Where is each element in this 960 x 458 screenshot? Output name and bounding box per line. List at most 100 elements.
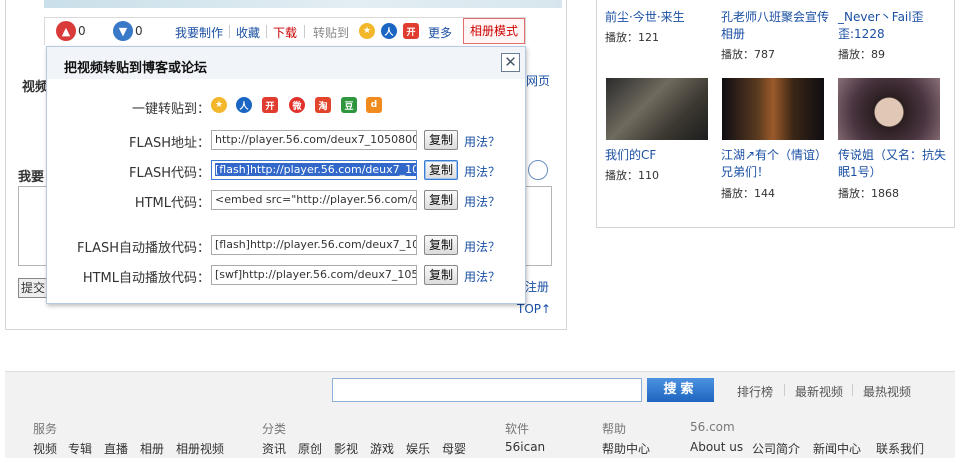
dislike-count: 0 [135,24,143,38]
album-mode-button[interactable]: 相册模式 [463,18,525,44]
usage-link[interactable]: 用法？ [464,193,500,210]
footer-heading: 分类 [262,422,287,436]
flash-url-label: FLASH地址： [129,136,210,151]
emoticon-icon[interactable] [528,160,548,180]
usage-link[interactable]: 用法？ [464,238,500,255]
renren-icon[interactable]: 人 [381,23,397,39]
play-count: 播放：89 [838,48,885,61]
divider [229,25,230,38]
usage-link[interactable]: 用法？ [464,268,500,285]
footer-link[interactable]: About us [690,440,743,454]
footer-link[interactable]: 母婴 [442,440,466,457]
weibo-icon[interactable]: 微 [289,97,305,113]
usage-link[interactable]: 用法？ [464,163,500,180]
search-input[interactable] [332,378,642,402]
flash-url-field[interactable]: http://player.56.com/deux7_1050800 [211,130,417,150]
play-count: 播放：144 [721,187,775,200]
footer-heading: 服务 [33,422,58,436]
play-count: 播放：110 [605,169,659,182]
dianping-icon[interactable]: d [366,97,382,113]
video-thumbnail[interactable] [838,78,940,140]
copy-button[interactable]: 复制 [424,160,458,180]
thumbs-up-icon[interactable]: ▲ [56,21,76,41]
footer-link[interactable]: 影视 [334,440,358,457]
play-count: 播放：787 [721,48,775,61]
video-thumbnail[interactable] [606,78,708,140]
footer-link[interactable]: 相册 [140,440,164,457]
footer-heading: 56.com [690,420,735,434]
html-code-value: <embed src="http://player.56.com/de [215,193,417,206]
video-title[interactable]: 孔老师八班聚会宣传相册 [721,9,829,43]
register-link[interactable]: 注册 [525,278,549,295]
taobao-icon[interactable]: 淘 [315,97,331,113]
play-count: 播放：121 [605,31,659,44]
video-title[interactable]: 我们的CF [605,147,713,164]
footer-link[interactable]: 相册视频 [176,440,224,457]
footer-link[interactable]: 游戏 [370,440,394,457]
video-thumbnail[interactable] [722,78,824,140]
like-count: 0 [78,24,86,38]
footer-link[interactable]: 资讯 [262,440,286,457]
footer-link[interactable]: 56ican [505,440,545,454]
thumbs-down-icon[interactable]: ▼ [113,21,133,41]
douban-icon[interactable]: 豆 [341,97,357,113]
more-link[interactable]: 更多 [428,24,452,41]
divider [304,25,305,38]
flash-code-field[interactable]: [flash]http://player.56.com/deux7_10 [211,160,417,180]
footer-link[interactable]: 公司简介 [752,440,800,457]
copy-button[interactable]: 复制 [424,265,458,285]
html-code-field[interactable]: <embed src="http://player.56.com/de [211,190,417,210]
download-link[interactable]: 下载 [273,24,297,41]
video-title[interactable]: 传说姐（又名：抗失眠1号） [838,147,946,181]
divider [784,384,785,396]
copy-button[interactable]: 复制 [424,235,458,255]
kaixin-icon[interactable]: 开 [403,23,419,39]
html-autoplay-value: [swf]http://player.56.com/deux7_105C [215,268,417,281]
video-title[interactable]: _Never丶Fail歪歪:1228 [838,9,946,43]
flash-url-value: http://player.56.com/deux7_1050800 [215,133,417,146]
flash-code-value: [flash]http://player.56.com/deux7_10 [215,163,416,176]
video-title[interactable]: 江湖↗有个（情谊）兄弟们！ [721,147,829,181]
footer-link[interactable]: 原创 [298,440,322,457]
footer-link[interactable]: 视频 [33,440,57,457]
flash-autoplay-value: [flash]http://player.56.com/deux7_10 [215,238,417,251]
footer-heading: 帮助 [602,422,627,436]
copy-button[interactable]: 复制 [424,190,458,210]
video-title[interactable]: 前尘·今世·来生 [605,9,713,26]
renren-icon[interactable]: 人 [236,97,252,113]
qzone-icon[interactable]: ★ [359,23,375,39]
latest-videos-link[interactable]: 最新视频 [795,383,843,400]
html-code-label: HTML代码： [134,196,210,211]
copy-button[interactable]: 复制 [424,130,458,150]
flash-autoplay-label: FLASH自动播放代码： [77,241,210,256]
footer-link[interactable]: 专辑 [68,440,92,457]
hot-videos-link[interactable]: 最热视频 [863,383,911,400]
flash-autoplay-field[interactable]: [flash]http://player.56.com/deux7_10 [211,235,417,255]
html-autoplay-label: HTML自动播放代码： [82,271,210,286]
share-dialog-title: 把视频转贴到博客或论坛 [64,61,208,76]
kaixin-icon[interactable]: 开 [262,97,278,113]
footer-link[interactable]: 娱乐 [406,440,430,457]
qzone-icon[interactable]: ★ [211,97,227,113]
footer-link[interactable]: 帮助中心 [602,440,650,457]
footer-heading: 软件 [505,422,530,436]
make-video-link[interactable]: 我要制作 [175,24,223,41]
flash-code-label: FLASH代码： [129,166,210,181]
divider [266,25,267,38]
back-to-top-link[interactable]: TOP↑ [517,302,551,316]
footer-link[interactable]: 新闻中心 [813,440,861,457]
favorite-link[interactable]: 收藏 [236,24,260,41]
play-count: 播放：1868 [838,187,899,200]
footer-link[interactable]: 直播 [104,440,128,457]
webpage-link[interactable]: 网页 [526,72,550,89]
usage-link[interactable]: 用法？ [464,133,500,150]
footer-link[interactable]: 联系我们 [876,440,924,457]
close-icon[interactable]: ✕ [501,53,520,72]
video-section-label: 视频 [22,80,49,95]
share-to-label: 转贴到 [313,26,350,40]
rankings-link[interactable]: 排行榜 [737,383,773,400]
html-autoplay-field[interactable]: [swf]http://player.56.com/deux7_105C [211,265,417,285]
search-button[interactable]: 搜索 [647,378,714,402]
divider [852,384,853,396]
one-click-share-label: 一键转贴到： [131,102,210,117]
